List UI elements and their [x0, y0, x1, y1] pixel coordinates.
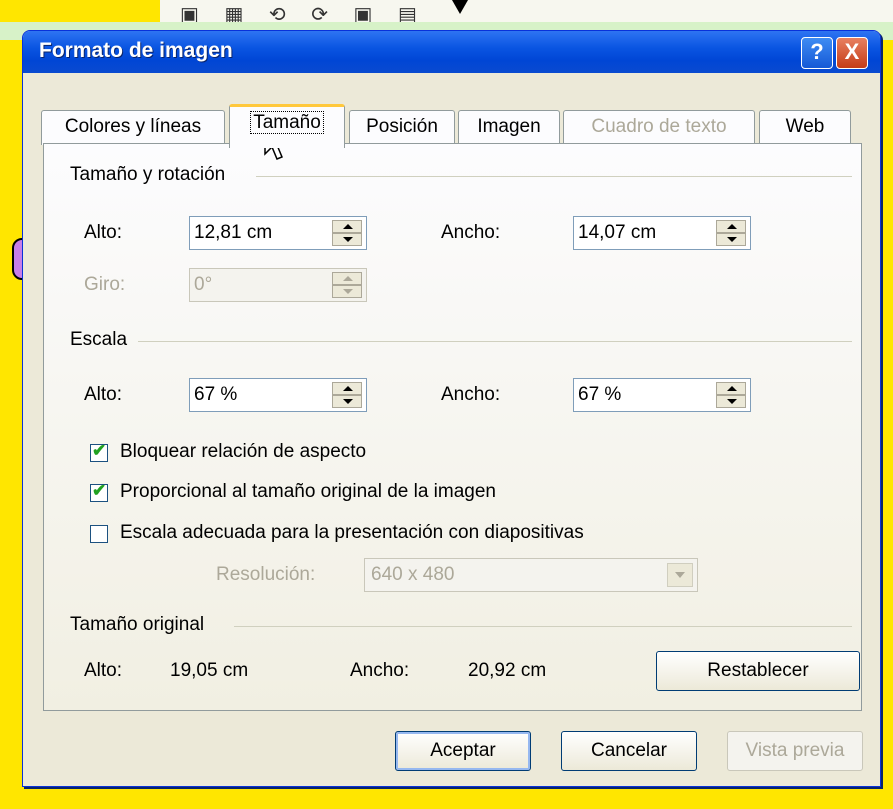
tab-web[interactable]: Web	[759, 110, 851, 145]
label-rotation: Giro:	[84, 274, 126, 295]
background-arrow-icon	[452, 0, 468, 14]
tab-label: Cuadro de texto	[591, 116, 727, 137]
original-width-value: 20,92 cm	[468, 660, 547, 681]
preview-button: Vista previa	[727, 731, 863, 771]
scale-height-spin-arrows[interactable]	[332, 382, 362, 408]
tab-label: Colores y líneas	[64, 116, 202, 137]
close-button[interactable]: X	[836, 37, 868, 69]
spin-down-icon	[332, 285, 362, 298]
height-value: 12,81 cm	[194, 222, 273, 243]
label-scale-width: Ancho:	[441, 384, 501, 405]
relative-original-label[interactable]: Proporcional al tamaño original de la im…	[120, 481, 496, 503]
best-scale-label[interactable]: Escala adecuada para la presentación con…	[120, 522, 584, 544]
lock-aspect-label[interactable]: Bloquear relación de aspecto	[120, 441, 366, 463]
scale-width-spin-arrows[interactable]	[716, 382, 746, 408]
cancel-button[interactable]: Cancelar	[561, 731, 697, 771]
width-spin-arrows[interactable]	[716, 220, 746, 246]
group-label-scale: Escala	[70, 329, 128, 350]
tab-cuadro-texto: Cuadro de texto	[563, 110, 755, 145]
rotation-spin-arrows	[332, 272, 362, 298]
label-original-width: Ancho:	[350, 660, 410, 681]
group-divider	[256, 176, 852, 177]
reset-button[interactable]: Restablecer	[656, 651, 860, 691]
tab-colores-lineas[interactable]: Colores y líneas	[41, 110, 225, 145]
height-spinner[interactable]: 12,81 cm	[189, 216, 367, 250]
resolution-label: Resolución:	[216, 564, 316, 585]
background-slide-corner	[0, 0, 160, 24]
relative-original-checkbox[interactable]: ✔	[90, 481, 108, 502]
best-scale-checkbox[interactable]	[90, 525, 108, 543]
spin-up-icon[interactable]	[332, 220, 362, 233]
background-slide-left-edge	[0, 40, 22, 809]
spin-up-icon	[332, 272, 362, 285]
group-divider	[234, 626, 852, 627]
spin-up-icon[interactable]	[716, 220, 746, 233]
scale-height-value: 67 %	[194, 384, 238, 405]
chevron-down-icon	[667, 563, 693, 587]
spin-up-icon[interactable]	[716, 382, 746, 395]
spin-down-icon[interactable]	[332, 233, 362, 246]
group-label-size-rotation: Tamaño y rotación	[70, 164, 226, 185]
format-picture-dialog: Formato de imagen ? X Colores y líneas T…	[22, 30, 881, 787]
spin-down-icon[interactable]	[716, 233, 746, 246]
tab-strip: Colores y líneas Tamaño Posición Imagen …	[41, 104, 861, 148]
help-button[interactable]: ?	[801, 37, 833, 69]
label-width: Ancho:	[441, 222, 501, 243]
resolution-select: 640 x 480	[364, 558, 698, 592]
ok-button[interactable]: Aceptar	[395, 731, 531, 771]
spin-up-icon[interactable]	[332, 382, 362, 395]
scale-width-value: 67 %	[578, 384, 622, 405]
tab-label: Web	[785, 116, 825, 137]
label-original-height: Alto:	[84, 660, 123, 681]
dialog-titlebar[interactable]: Formato de imagen ? X	[23, 31, 880, 73]
lock-aspect-checkbox[interactable]: ✔	[90, 441, 108, 462]
scale-height-spinner[interactable]: 67 %	[189, 378, 367, 412]
rotation-spinner: 0°	[189, 268, 367, 302]
tab-panel-tamano: Tamaño y rotación Alto: 12,81 cm Ancho: …	[43, 143, 862, 711]
spin-down-icon[interactable]	[716, 395, 746, 408]
height-spin-arrows[interactable]	[332, 220, 362, 246]
spin-down-icon[interactable]	[332, 395, 362, 408]
width-value: 14,07 cm	[578, 222, 657, 243]
width-spinner[interactable]: 14,07 cm	[573, 216, 751, 250]
rotation-value: 0°	[194, 274, 213, 295]
original-height-value: 19,05 cm	[170, 660, 249, 681]
label-height: Alto:	[84, 222, 123, 243]
dialog-title: Formato de imagen	[39, 39, 233, 62]
tab-posicion[interactable]: Posición	[349, 110, 455, 145]
checkmark-icon: ✔	[92, 441, 107, 460]
checkmark-icon: ✔	[92, 481, 107, 500]
resolution-value: 640 x 480	[371, 564, 455, 585]
tab-tamano[interactable]: Tamaño	[229, 104, 345, 148]
tab-label: Imagen	[477, 116, 541, 137]
label-scale-height: Alto:	[84, 384, 123, 405]
scale-width-spinner[interactable]: 67 %	[573, 378, 751, 412]
group-divider	[138, 341, 852, 342]
tab-imagen[interactable]: Imagen	[458, 110, 560, 145]
group-label-original-size: Tamaño original	[70, 614, 205, 635]
tab-label: Posición	[366, 116, 438, 137]
tab-label: Tamaño	[250, 111, 324, 134]
